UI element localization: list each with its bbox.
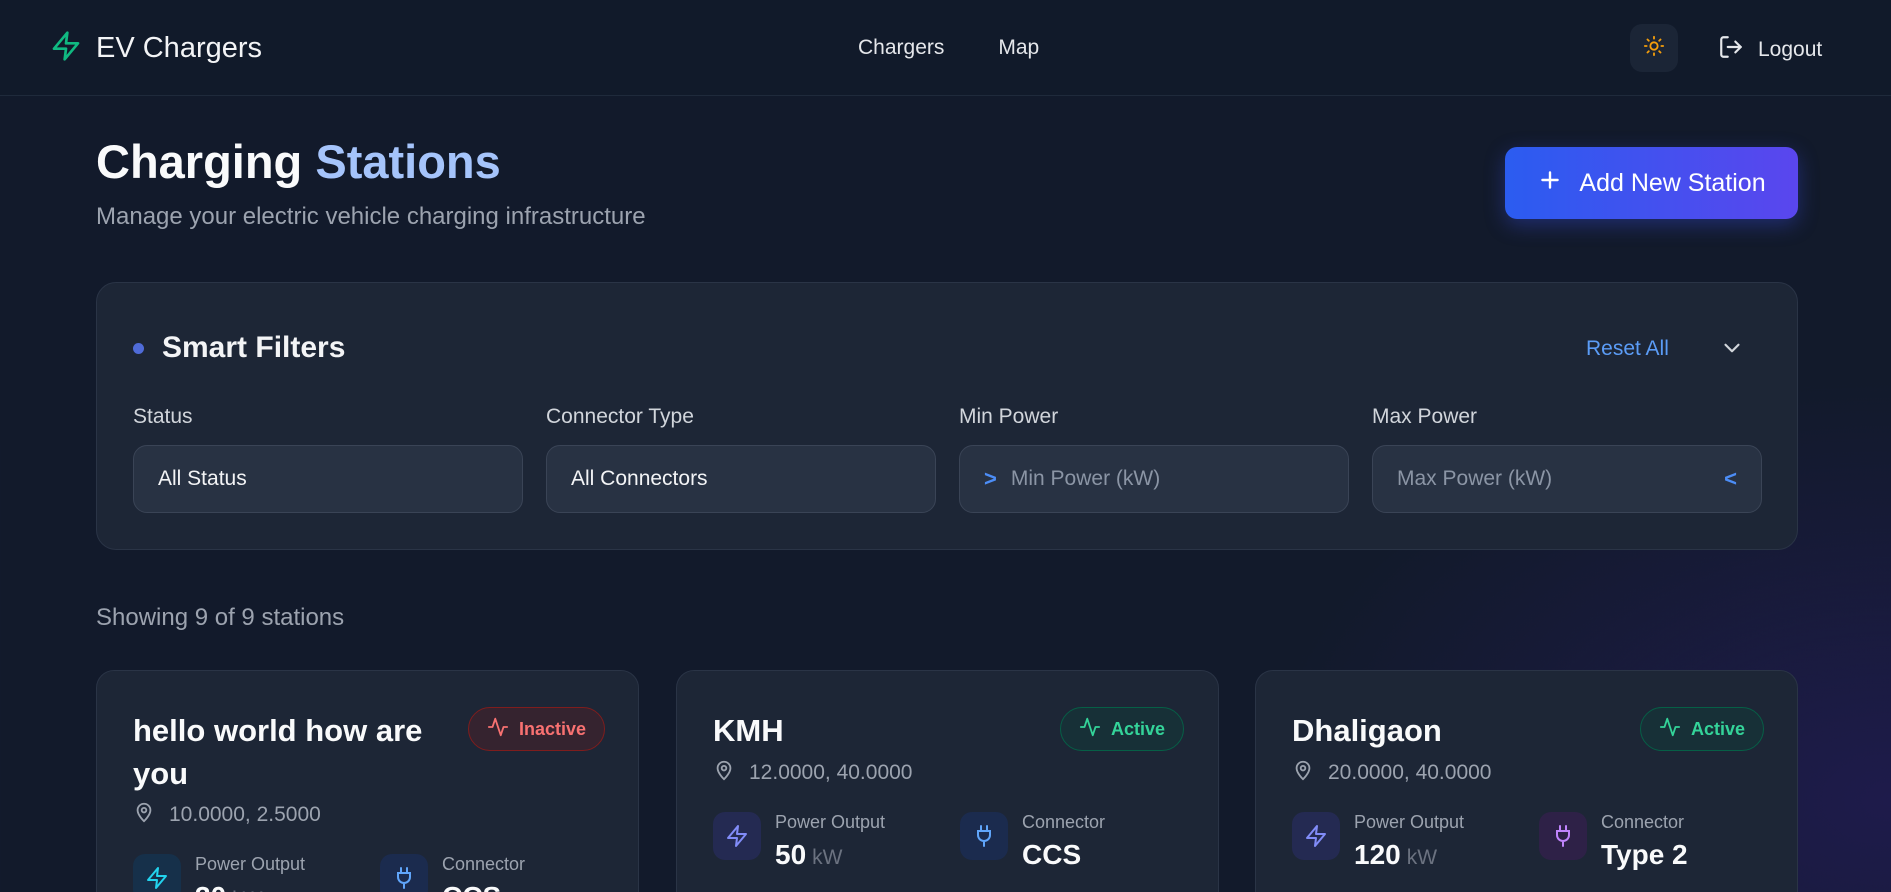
station-location: 20.0000, 40.0000: [1292, 759, 1492, 787]
connector-filter: Connector Type All Connectors: [546, 405, 936, 513]
power-number: 30: [195, 881, 226, 892]
station-card[interactable]: hello world how are you Inactive 10.0000…: [96, 670, 639, 892]
max-power-label: Max Power: [1372, 405, 1478, 428]
station-coords: 10.0000, 2.5000: [169, 803, 321, 826]
station-location: 10.0000, 2.5000: [133, 801, 321, 829]
brand[interactable]: EV Chargers: [50, 30, 262, 67]
activity-icon: [487, 716, 509, 743]
power-stat: Power Output 30 kW: [133, 854, 305, 892]
max-power-placeholder: Max Power (kW): [1397, 467, 1553, 490]
min-power-input[interactable]: > Min Power (kW): [959, 445, 1349, 513]
nav-chargers-link[interactable]: Chargers: [858, 36, 944, 60]
status-badge: Inactive: [468, 707, 606, 751]
map-pin-icon: [1292, 759, 1314, 787]
main-nav: Chargers Map: [858, 36, 1039, 60]
power-unit: kW: [1406, 846, 1438, 869]
status-badge-label: Active: [1691, 718, 1746, 739]
power-output-value: 120 kW: [1354, 839, 1464, 871]
power-output-label: Power Output: [195, 854, 306, 874]
activity-icon: [1659, 716, 1681, 743]
add-station-button[interactable]: Add New Station: [1505, 147, 1798, 219]
sun-icon: [1643, 35, 1665, 62]
plus-icon: [1537, 167, 1563, 200]
status-badge: Active: [1640, 707, 1765, 751]
status-badge-label: Active: [1111, 718, 1166, 739]
connector-label: Connector: [1601, 812, 1685, 832]
status-badge-label: Inactive: [519, 718, 587, 739]
reset-filters-button[interactable]: Reset All: [1586, 337, 1669, 361]
lightning-icon: [133, 854, 181, 892]
max-power-filter: Max Power Max Power (kW) <: [1372, 405, 1762, 513]
power-output-value: 50 kW: [775, 839, 885, 871]
top-navbar: EV Chargers Chargers Map Logout: [0, 0, 1891, 96]
max-power-input[interactable]: Max Power (kW) <: [1372, 445, 1762, 513]
page-title-main: Charging: [96, 135, 303, 188]
logout-icon: [1718, 34, 1744, 66]
less-than-icon: <: [1724, 466, 1737, 491]
page-subtitle: Manage your electric vehicle charging in…: [96, 203, 646, 230]
greater-than-icon: >: [984, 466, 997, 491]
lightning-icon: [50, 30, 82, 67]
connector-filter-label: Connector Type: [546, 405, 694, 428]
station-coords: 12.0000, 40.0000: [749, 761, 913, 784]
power-output-label: Power Output: [775, 812, 886, 832]
dot-icon: [133, 342, 144, 354]
power-output-label: Power Output: [1354, 812, 1465, 832]
activity-icon: [1079, 716, 1101, 743]
station-name: hello world how are you: [133, 713, 423, 791]
map-pin-icon: [713, 759, 735, 787]
nav-map-link[interactable]: Map: [998, 36, 1039, 60]
min-power-label: Min Power: [959, 405, 1059, 428]
power-stat: Power Output 120 kW: [1292, 812, 1464, 871]
power-unit: kW: [812, 846, 843, 869]
connector-label: Connector: [442, 854, 526, 874]
status-filter: Status All Status: [133, 405, 523, 513]
min-power-placeholder: Min Power (kW): [1010, 467, 1161, 490]
plug-icon: [960, 812, 1008, 860]
power-number: 50: [775, 839, 807, 870]
connector-select[interactable]: All Connectors: [546, 445, 936, 513]
plug-icon: [1539, 812, 1587, 860]
chevron-down-icon[interactable]: [1719, 335, 1745, 361]
page-title: Charging Stations: [96, 134, 501, 189]
station-card[interactable]: Dhaligaon Active 20.0000, 40.0000 Power …: [1255, 670, 1798, 892]
connector-stat: Connector CCS: [960, 812, 1105, 871]
station-coords: 20.0000, 40.0000: [1328, 761, 1492, 784]
station-name: KMH: [713, 713, 784, 748]
power-stat: Power Output 50 kW: [713, 812, 885, 871]
connector-label: Connector: [1022, 812, 1106, 832]
filters-title: Smart Filters: [162, 331, 346, 364]
add-station-label: Add New Station: [1579, 168, 1766, 197]
logout-button[interactable]: Logout: [1718, 34, 1822, 66]
filters-header: Smart Filters: [133, 331, 345, 365]
plug-icon: [380, 854, 428, 892]
connector-stat: Connector CCS: [380, 854, 525, 892]
map-pin-icon: [133, 801, 155, 829]
power-output-value: 30 kW: [195, 881, 305, 892]
station-card[interactable]: KMH Active 12.0000, 40.0000 Power Output…: [676, 670, 1219, 892]
station-name: Dhaligaon: [1292, 713, 1442, 748]
theme-toggle-button[interactable]: [1630, 24, 1678, 72]
logout-label: Logout: [1758, 38, 1823, 61]
connector-value: CCS: [1022, 839, 1082, 870]
status-filter-label: Status: [133, 405, 193, 428]
connector-select-value: All Connectors: [571, 467, 708, 490]
lightning-icon: [713, 812, 761, 860]
lightning-icon: [1292, 812, 1340, 860]
brand-name: EV Chargers: [96, 32, 263, 64]
power-number: 120: [1354, 839, 1401, 870]
page-title-accent: Stations: [315, 135, 501, 188]
results-count: Showing 9 of 9 stations: [96, 604, 345, 631]
connector-value: CCS: [442, 881, 525, 892]
status-badge: Active: [1060, 707, 1185, 751]
filters-panel: Smart Filters Reset All Status All Statu…: [96, 282, 1798, 550]
station-location: 12.0000, 40.0000: [713, 759, 913, 787]
status-select[interactable]: All Status: [133, 445, 523, 513]
power-unit: kW: [232, 888, 262, 892]
min-power-filter: Min Power > Min Power (kW): [959, 405, 1349, 513]
connector-stat: Connector Type 2: [1539, 812, 1688, 871]
status-select-value: All Status: [158, 467, 247, 490]
connector-value: Type 2: [1601, 839, 1688, 870]
